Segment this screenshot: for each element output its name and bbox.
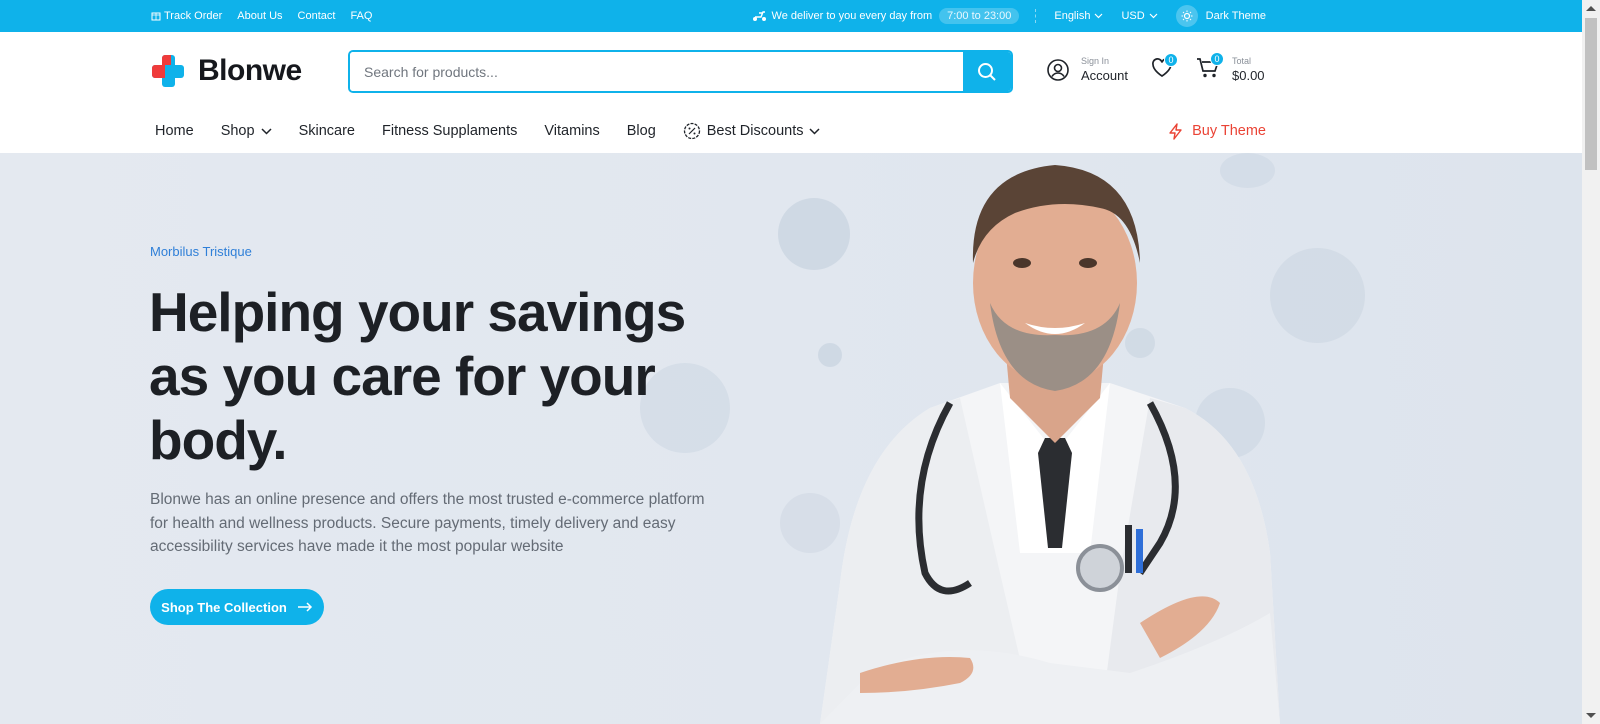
top-bar: Track Order About Us Contact FAQ We deli… [0,0,1582,32]
sign-in-label: Sign In [1081,56,1110,66]
cart-icon-wrap: 0 [1196,51,1224,84]
scroll-up-arrow-icon[interactable] [1586,6,1596,11]
contact-link[interactable]: Contact [298,10,336,22]
nav-item-best-discounts-label: Best Discounts [706,123,804,139]
user-icon [1047,59,1069,81]
nav-item-shop[interactable]: Shop [221,123,272,139]
site-header: Blonwe Sign In Account 0 0 Total $0.00 [0,32,1582,117]
main-nav: Home Shop Skincare Fitness Supplaments V… [0,117,1582,153]
cart-text: Total $0.00 [1232,56,1265,84]
cart-total-value: $0.00 [1232,68,1265,83]
buy-theme-link[interactable]: Buy Theme [1168,117,1266,145]
cart-button[interactable]: 0 Total $0.00 [1196,51,1265,84]
nav-item-vitamins[interactable]: Vitamins [544,123,599,139]
cart-total-label: Total [1232,56,1252,66]
box-icon [151,12,161,21]
delivery-info: We deliver to you every day from 7:00 to… [752,8,1020,24]
search-input[interactable] [350,52,963,91]
nav-item-blog[interactable]: Blog [627,123,656,139]
search-bar [348,50,1013,93]
faq-link[interactable]: FAQ [350,10,372,22]
scroll-thumb[interactable] [1585,18,1597,170]
shop-collection-label: Shop The Collection [161,599,287,615]
chevron-down-icon [1149,13,1158,19]
chevron-down-icon [809,127,821,135]
lightning-icon [1169,122,1182,140]
top-links: Track Order About Us Contact FAQ [151,0,372,32]
search-icon [978,62,996,81]
top-bar-right: We deliver to you every day from 7:00 to… [752,0,1266,32]
hero-description: Blonwe has an online presence and offers… [150,491,705,555]
nav-item-home[interactable]: Home [155,123,194,139]
hero-headline: Helping your savings as you care for you… [149,281,686,471]
language-dropdown[interactable]: English [1054,10,1103,22]
nav-item-fitness-supplaments[interactable]: Fitness Supplaments [382,123,517,139]
page-scrollbar[interactable] [1582,0,1600,724]
site-logo[interactable]: Blonwe [150,53,302,89]
delivery-hours: 7:00 to 23:00 [939,8,1020,24]
account-link[interactable]: Sign In Account [1047,56,1128,84]
nav-item-skincare[interactable]: Skincare [299,123,355,139]
hero-banner: Morbilus Tristique Helping your savings … [0,153,1582,724]
currency-label: USD [1121,10,1145,22]
nav-item-best-discounts[interactable]: Best Discounts [683,122,821,140]
about-us-link[interactable]: About Us [237,10,282,22]
arrow-right-icon [297,602,312,612]
account-text: Sign In Account [1081,56,1128,84]
dark-theme-toggle[interactable]: Dark Theme [1175,5,1266,27]
cross-logo-icon [152,55,184,87]
nav-items: Home Shop Skincare Fitness Supplaments V… [155,117,821,145]
wishlist-count-badge: 0 [1164,53,1178,67]
chevron-down-icon [1095,13,1103,19]
delivery-text: We deliver to you every day from [771,10,933,22]
language-label: English [1054,10,1091,22]
hero-eyebrow: Morbilus Tristique [150,244,252,259]
discount-badge-icon [683,122,700,140]
nav-item-shop-label: Shop [220,123,255,139]
doctor-image [820,165,1280,724]
shop-collection-button[interactable]: Shop The Collection [150,589,324,625]
track-order-link[interactable]: Track Order [151,10,222,22]
logo-text: Blonwe [198,54,302,87]
sun-icon [1175,5,1198,27]
cart-count-badge: 0 [1210,51,1224,66]
currency-dropdown[interactable]: USD [1121,10,1158,22]
track-order-label: Track Order [164,10,223,22]
scooter-icon [752,11,766,21]
search-button[interactable] [963,52,1011,91]
wishlist-button[interactable]: 0 [1151,53,1178,83]
buy-theme-label: Buy Theme [1192,123,1266,139]
scroll-down-arrow-icon[interactable] [1586,713,1596,718]
chevron-down-icon [261,127,272,135]
dark-theme-label: Dark Theme [1205,10,1266,22]
divider [1035,9,1037,23]
account-label: Account [1081,68,1128,83]
